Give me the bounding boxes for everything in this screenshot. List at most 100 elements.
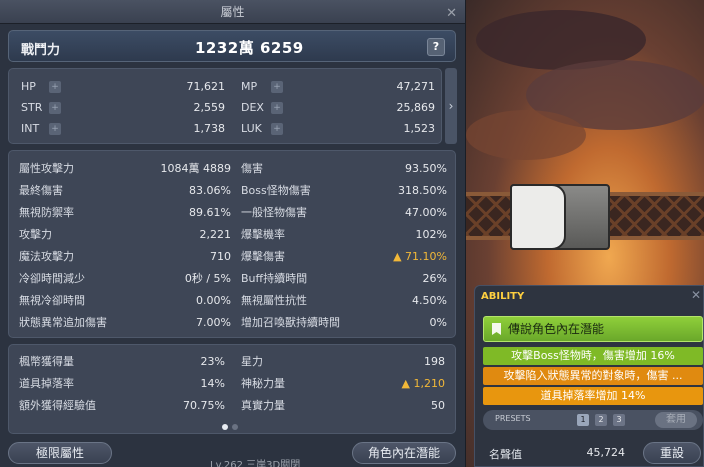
stat-value: 0.00% xyxy=(196,294,231,307)
ability-title: ABILITY xyxy=(481,291,525,302)
stat-value: 47,271 xyxy=(396,80,436,93)
stone-block-front xyxy=(510,184,566,250)
close-icon[interactable]: ✕ xyxy=(691,288,701,302)
add-point-icon[interactable]: + xyxy=(49,123,61,135)
stat-label: STR xyxy=(21,101,43,114)
stat-row: 無視防禦率 89.61% 一般怪物傷害 47.00% xyxy=(9,205,457,221)
stat-row: 冷卻時間減少 0秒 / 5% Buff持續時間 26% xyxy=(9,271,457,287)
stat-value: 93.50% xyxy=(405,162,447,175)
ability-line: 道具掉落率增加 14% xyxy=(483,387,703,405)
stat-value: 83.06% xyxy=(189,184,231,197)
combat-power-label: 戰鬥力 xyxy=(21,43,61,58)
stat-label: 真實力量 xyxy=(241,399,285,412)
stat-label: 無視屬性抗性 xyxy=(241,294,307,307)
stat-value: 71,621 xyxy=(186,80,226,93)
add-point-icon[interactable]: + xyxy=(271,81,283,93)
combat-power-bar: 戰鬥力 1232萬 6259 ? xyxy=(8,30,456,62)
inner-ability-button[interactable]: 角色內在潛能 xyxy=(352,442,456,464)
preset-2-button[interactable]: 2 xyxy=(595,414,607,426)
stat-row: 最終傷害 83.06% Boss怪物傷害 318.50% xyxy=(9,183,457,199)
reset-button[interactable]: 重設 xyxy=(643,442,701,464)
stat-label: 冷卻時間減少 xyxy=(19,272,85,285)
page-dot-active[interactable] xyxy=(222,424,228,430)
stat-value: 198 xyxy=(424,355,445,368)
stat-value-increased: ▲ 1,210 xyxy=(401,377,445,390)
hyper-stat-button[interactable]: 極限屬性 xyxy=(8,442,112,464)
help-icon[interactable]: ? xyxy=(427,38,445,56)
page-indicator xyxy=(222,420,242,433)
stat-label: HP xyxy=(21,80,36,93)
preset-1-button[interactable]: 1 xyxy=(577,414,589,426)
stat-label: 最終傷害 xyxy=(19,184,63,197)
stat-label: INT xyxy=(21,122,40,135)
stat-value: 25,869 xyxy=(396,101,436,114)
close-icon[interactable]: ✕ xyxy=(446,2,457,26)
stat-label: 屬性攻擊力 xyxy=(19,162,74,175)
stat-value: 1,738 xyxy=(193,122,226,135)
stat-value: 4.50% xyxy=(412,294,447,307)
stat-label: 爆擊機率 xyxy=(241,228,285,241)
window-title: 屬性 xyxy=(220,5,245,19)
stat-label: 道具掉落率 xyxy=(19,377,74,390)
stat-row: STR + 2,559 DEX + 25,869 xyxy=(9,100,443,116)
stat-value: 710 xyxy=(210,250,231,263)
presets-bar: PRESETS 1 2 3 套用 xyxy=(483,410,703,430)
detail-stats-box: 屬性攻擊力 1084萬 4889 傷害 93.50% 最終傷害 83.06% B… xyxy=(8,150,456,338)
fame-value: 45,724 xyxy=(586,446,626,459)
stat-label: 星力 xyxy=(241,355,263,368)
stat-label: MP xyxy=(241,80,258,93)
stat-value: 14% xyxy=(200,377,225,390)
stat-value: 0% xyxy=(429,316,447,329)
apply-button[interactable]: 套用 xyxy=(655,412,697,428)
stat-value: 23% xyxy=(200,355,225,368)
add-point-icon[interactable]: + xyxy=(49,81,61,93)
combat-power-value: 1232萬 6259 xyxy=(195,39,304,57)
stat-label: 魔法攻擊力 xyxy=(19,250,74,263)
add-point-icon[interactable]: + xyxy=(271,123,283,135)
page-dot[interactable] xyxy=(232,424,238,430)
preset-3-button[interactable]: 3 xyxy=(613,414,625,426)
stat-value-increased: ▲ 71.10% xyxy=(393,250,447,263)
stat-row: 屬性攻擊力 1084萬 4889 傷害 93.50% xyxy=(9,161,457,177)
stat-label: Boss怪物傷害 xyxy=(241,184,311,197)
stat-label: 增加召喚獸持續時間 xyxy=(241,316,340,329)
stat-value: 2,221 xyxy=(199,228,232,241)
stat-label: 攻擊力 xyxy=(19,228,52,241)
ability-line: 攻擊Boss怪物時，傷害增加 16% xyxy=(483,347,703,365)
stat-row: 道具掉落率 14% 神秘力量 ▲ 1,210 xyxy=(9,376,457,392)
chevron-right-icon[interactable]: › xyxy=(445,68,457,144)
stat-value: 47.00% xyxy=(405,206,447,219)
stats-window: 屬性 ✕ 戰鬥力 1232萬 6259 ? HP + 71,621 MP + 4… xyxy=(0,0,466,467)
stat-row: 楓幣獲得量 23% 星力 198 xyxy=(9,354,457,370)
flag-icon xyxy=(492,323,501,335)
stat-value: 318.50% xyxy=(398,184,447,197)
stat-label: Buff持續時間 xyxy=(241,272,308,285)
status-text: Lv.262 三岸3D關閉 xyxy=(210,460,301,467)
add-point-icon[interactable]: + xyxy=(49,102,61,114)
stat-row: 無視冷卻時間 0.00% 無視屬性抗性 4.50% xyxy=(9,293,457,309)
stat-label: 神秘力量 xyxy=(241,377,285,390)
stat-label: 狀態異常追加傷害 xyxy=(19,316,107,329)
stat-label: 傷害 xyxy=(241,162,263,175)
cloud xyxy=(466,110,586,160)
ability-line: 攻擊陷入狀態異常的對象時，傷害 ... xyxy=(483,367,703,385)
stat-row: HP + 71,621 MP + 47,271 xyxy=(9,79,443,95)
stat-row: INT + 1,738 LUK + 1,523 xyxy=(9,121,443,137)
stat-label: DEX xyxy=(241,101,264,114)
stat-label: LUK xyxy=(241,122,262,135)
ability-grade-banner: 傳說角色內在潛能 xyxy=(483,316,703,342)
window-titlebar[interactable]: 屬性 ✕ xyxy=(0,0,465,24)
stat-value: 50 xyxy=(431,399,445,412)
stat-value: 1,523 xyxy=(403,122,436,135)
add-point-icon[interactable]: + xyxy=(271,102,283,114)
stat-row: 魔法攻擊力 710 爆擊傷害 ▲ 71.10% xyxy=(9,249,457,265)
stat-value: 70.75% xyxy=(183,399,225,412)
stat-row: 額外獲得經驗值 70.75% 真實力量 50 xyxy=(9,398,457,414)
stat-row: 攻擊力 2,221 爆擊機率 102% xyxy=(9,227,457,243)
stat-row: 狀態異常追加傷害 7.00% 增加召喚獸持續時間 0% xyxy=(9,315,457,331)
stat-value: 0秒 / 5% xyxy=(184,272,231,285)
stat-label: 無視防禦率 xyxy=(19,206,74,219)
ability-grade-label: 傳說角色內在潛能 xyxy=(508,322,605,336)
stat-label: 一般怪物傷害 xyxy=(241,206,307,219)
presets-label: PRESETS xyxy=(495,414,531,423)
